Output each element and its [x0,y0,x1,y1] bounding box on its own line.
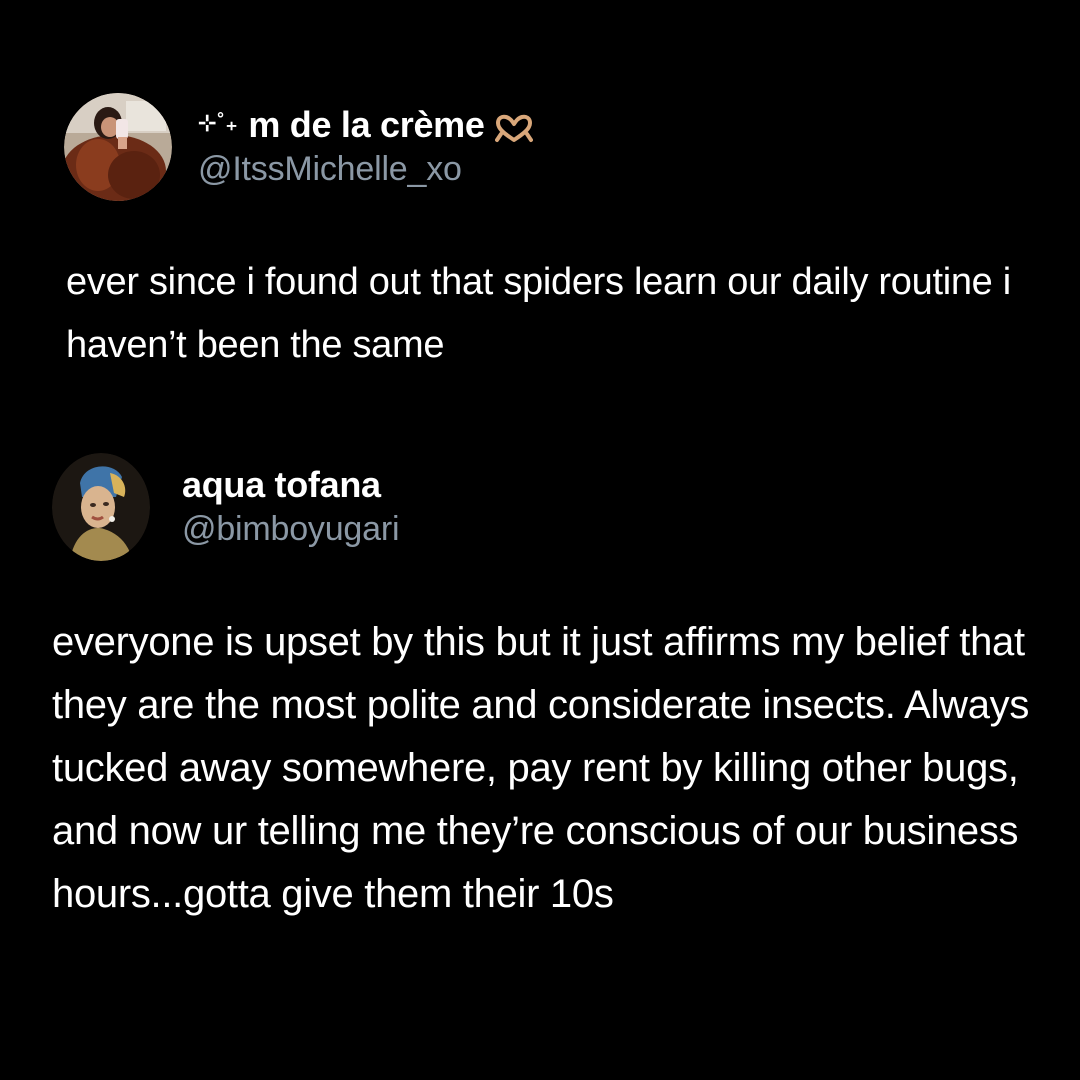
tweet-header: ⊹˚₊ m de la crème @ItssMichelle_xo [64,93,1024,201]
user-names: ⊹˚₊ m de la crème @ItssMichelle_xo [198,103,533,191]
avatar[interactable] [64,93,172,201]
tweet-2: aqua tofana @bimboyugari everyone is ups… [52,453,1042,926]
display-name[interactable]: ⊹˚₊ m de la crème [198,103,533,147]
display-name[interactable]: aqua tofana [182,463,399,507]
user-handle[interactable]: @ItssMichelle_xo [198,147,533,191]
avatar[interactable] [52,453,150,561]
tweet-text: everyone is upset by this but it just af… [52,620,1030,916]
tweet-header: aqua tofana @bimboyugari [52,453,1042,561]
user-names: aqua tofana @bimboyugari [182,463,400,551]
tweet-text: ever since i found out that spiders lear… [66,261,1011,366]
user-handle[interactable]: @bimboyugari [182,507,400,551]
profile-photo-avatar [64,93,172,201]
display-name-text: m de la crème [248,104,485,145]
display-name-text: aqua tofana [182,464,381,505]
heart-hands-icon [494,110,533,142]
sparkles-decoration: ⊹˚₊ [198,110,239,135]
tweet-1: ⊹˚₊ m de la crème @ItssMichelle_xo ever … [64,93,1024,377]
girl-with-pearl-earring-avatar [52,453,150,561]
